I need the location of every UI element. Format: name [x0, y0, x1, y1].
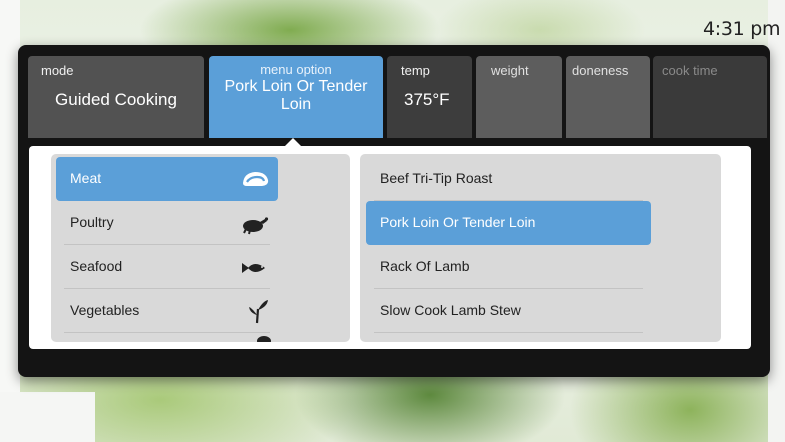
category-label: Poultry [70, 214, 114, 230]
meat-icon [243, 172, 269, 186]
category-item-vegetables[interactable]: Vegetables [56, 289, 278, 333]
recipe-item-selected[interactable]: Pork Loin Or Tender Loin [366, 201, 651, 245]
vegetable-icon [249, 300, 268, 324]
recipe-label: Beef Tri-Tip Roast [380, 170, 493, 186]
tab-temp[interactable]: temp 375°F [387, 56, 472, 138]
tab-mode[interactable]: mode Guided Cooking [28, 56, 204, 138]
tab-temp-value: 375°F [404, 90, 450, 109]
category-item-poultry[interactable]: Poultry [56, 201, 278, 245]
tab-weight[interactable]: weight [476, 56, 562, 138]
tab-weight-label: weight [491, 63, 529, 78]
recipe-item[interactable]: Beef Tri-Tip Roast [366, 157, 651, 201]
category-label: Meat [70, 170, 102, 186]
category-label: Seafood [70, 258, 123, 274]
tab-doneness[interactable]: doneness [566, 56, 650, 138]
tab-cook-time: cook time [653, 56, 767, 138]
tab-mode-label: mode [41, 63, 74, 78]
recipe-label: Slow Cook Lamb Stew [380, 302, 521, 318]
row-divider [374, 332, 643, 333]
background-margin-left [0, 0, 20, 442]
recipe-item[interactable]: Slow Cook Lamb Stew [366, 289, 651, 333]
row-divider [64, 332, 270, 333]
background-margin-bottom [0, 392, 95, 442]
category-label: Vegetables [70, 302, 140, 318]
tab-menu-option-label: menu option [260, 62, 332, 77]
tab-menu-option[interactable]: menu option Pork Loin Or Tender Loin [209, 56, 383, 138]
next-category-icon [257, 336, 271, 342]
tab-doneness-label: doneness [572, 63, 629, 78]
category-item-meat[interactable]: Meat [56, 157, 278, 201]
tab-cook-time-label: cook time [662, 63, 718, 78]
recipe-label: Pork Loin Or Tender Loin [380, 214, 536, 230]
tab-menu-option-value: Pork Loin Or Tender Loin [224, 78, 368, 113]
category-list[interactable]: Meat Poultry Seafood Vegetables [51, 154, 350, 342]
status-clock: 4:31 pm [703, 18, 781, 40]
poultry-icon [243, 217, 269, 235]
tab-mode-value: Guided Cooking [55, 90, 177, 109]
tab-temp-label: temp [401, 63, 430, 78]
background-margin-right [768, 0, 785, 442]
recipe-list[interactable]: Beef Tri-Tip Roast Pork Loin Or Tender L… [360, 154, 721, 342]
recipe-label: Rack Of Lamb [380, 258, 470, 274]
category-item-seafood[interactable]: Seafood [56, 245, 278, 289]
recipe-item[interactable]: Rack Of Lamb [366, 245, 651, 289]
fish-icon [242, 263, 265, 273]
